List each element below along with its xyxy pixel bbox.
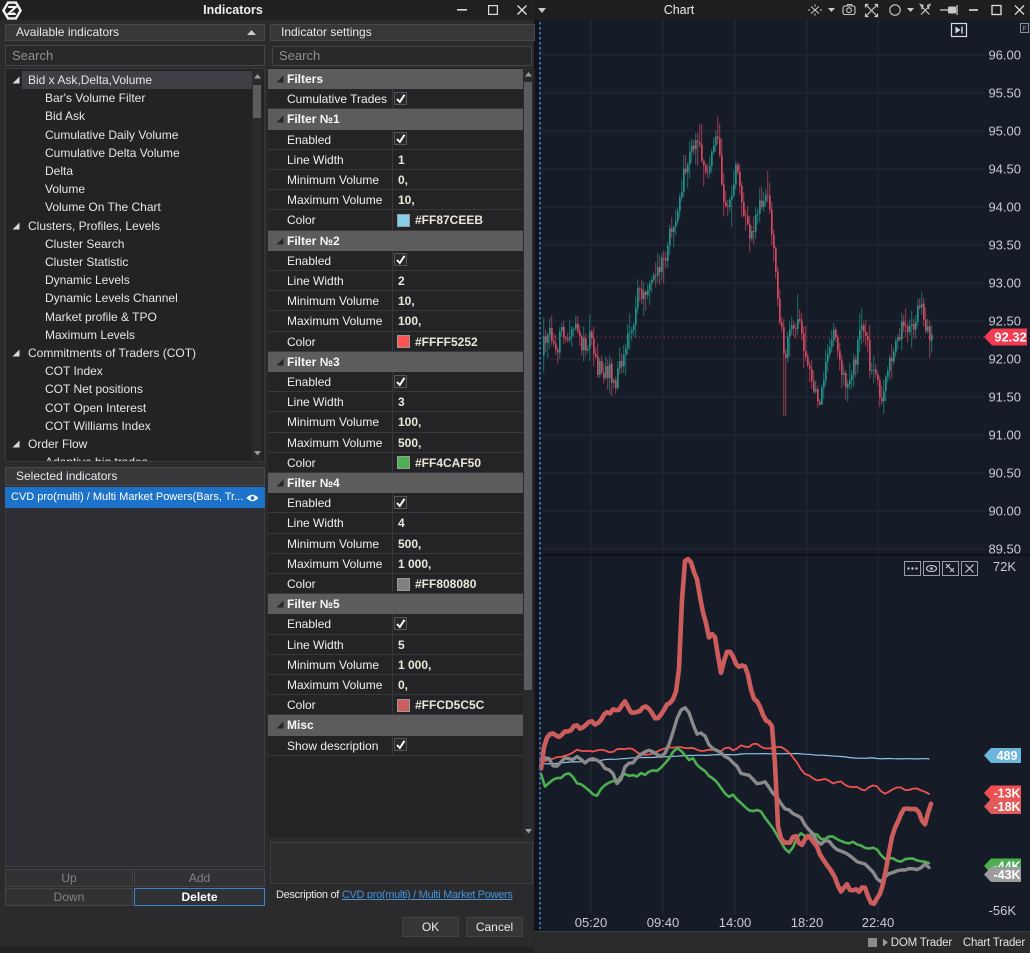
svg-text:92.00: 92.00 xyxy=(988,352,1021,367)
svg-text:72K: 72K xyxy=(993,559,1016,574)
svg-text:-43K: -43K xyxy=(993,868,1020,882)
svg-text:-13K: -13K xyxy=(993,787,1020,801)
svg-text:90.00: 90.00 xyxy=(988,504,1021,519)
svg-text:95.00: 95.00 xyxy=(988,124,1021,139)
svg-text:-56K: -56K xyxy=(989,903,1017,918)
svg-text:89.50: 89.50 xyxy=(988,542,1021,557)
svg-text:09:40: 09:40 xyxy=(647,915,680,930)
svg-text:91.00: 91.00 xyxy=(988,428,1021,443)
svg-text:92.32: 92.32 xyxy=(994,330,1027,345)
svg-text:96.00: 96.00 xyxy=(988,48,1021,63)
svg-text:94.50: 94.50 xyxy=(988,162,1021,177)
svg-text:90.50: 90.50 xyxy=(988,466,1021,481)
svg-text:22:40: 22:40 xyxy=(862,915,895,930)
svg-text:91.50: 91.50 xyxy=(988,390,1021,405)
svg-text:05:20: 05:20 xyxy=(575,915,608,930)
svg-text:93.50: 93.50 xyxy=(988,238,1021,253)
svg-text:14:00: 14:00 xyxy=(719,915,752,930)
svg-text:93.00: 93.00 xyxy=(988,276,1021,291)
svg-text:94.00: 94.00 xyxy=(988,200,1021,215)
svg-text:95.50: 95.50 xyxy=(988,86,1021,101)
svg-text:489: 489 xyxy=(997,749,1018,763)
svg-text:18:20: 18:20 xyxy=(791,915,824,930)
svg-text:92.50: 92.50 xyxy=(988,314,1021,329)
svg-text:F: F xyxy=(1022,26,1026,33)
svg-text:-18K: -18K xyxy=(993,800,1020,814)
